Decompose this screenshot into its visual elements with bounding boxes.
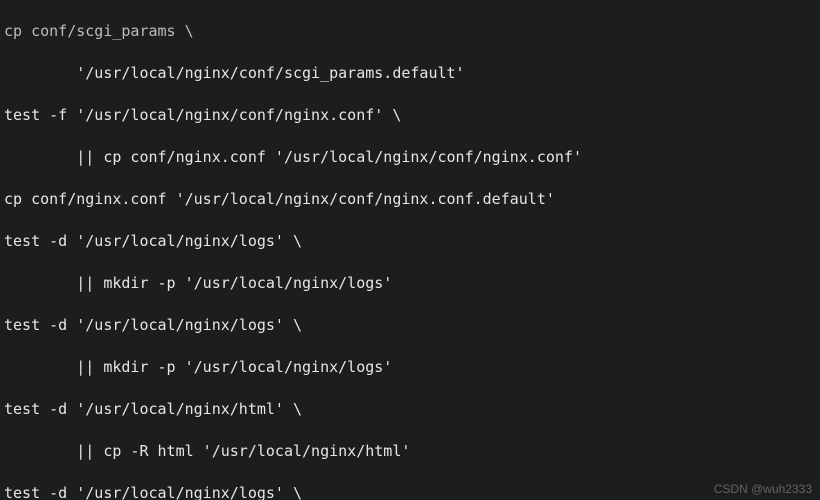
output-line: || mkdir -p '/usr/local/nginx/logs': [4, 357, 815, 378]
output-line: || cp conf/nginx.conf '/usr/local/nginx/…: [4, 147, 815, 168]
output-line: test -d '/usr/local/nginx/html' \: [4, 399, 815, 420]
output-line: || mkdir -p '/usr/local/nginx/logs': [4, 273, 815, 294]
output-line: '/usr/local/nginx/conf/scgi_params.defau…: [4, 63, 815, 84]
output-line: cp conf/scgi_params \: [4, 21, 815, 42]
watermark-text: CSDN @wuh2333: [714, 482, 812, 496]
output-line: test -f '/usr/local/nginx/conf/nginx.con…: [4, 105, 815, 126]
output-line: test -d '/usr/local/nginx/logs' \: [4, 315, 815, 336]
terminal-window[interactable]: cp conf/scgi_params \ '/usr/local/nginx/…: [0, 0, 820, 500]
output-line: || cp -R html '/usr/local/nginx/html': [4, 441, 815, 462]
output-line: cp conf/nginx.conf '/usr/local/nginx/con…: [4, 189, 815, 210]
output-line: test -d '/usr/local/nginx/logs' \: [4, 231, 815, 252]
output-line: test -d '/usr/local/nginx/logs' \: [4, 483, 815, 500]
